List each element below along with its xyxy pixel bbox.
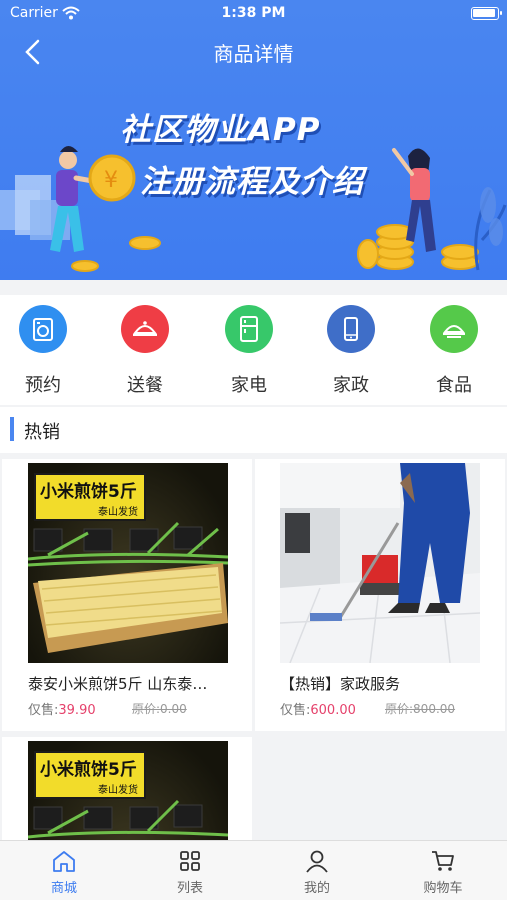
- banner-title-line2: 注册流程及介绍: [140, 164, 364, 200]
- product-image-housekeeping: [280, 463, 480, 663]
- tab-label: 我的: [303, 881, 330, 896]
- category-item-jiadian[interactable]: 家电: [214, 305, 284, 397]
- user-icon: [306, 850, 328, 873]
- dish-icon: [430, 305, 478, 353]
- food-cover-icon: [121, 305, 169, 353]
- category-label: 家政: [333, 375, 369, 396]
- grid-icon: [180, 851, 200, 871]
- product-original-price: 原价:0.00: [132, 702, 187, 716]
- category-item-shipin[interactable]: 食品: [419, 305, 489, 397]
- product-price-row: 仅售:600.00: [280, 703, 356, 718]
- product-card[interactable]: 小米煎饼5斤 泰山发货 泰安小米煎饼5斤 山东泰… 仅售:39.90 原价:0.…: [2, 459, 252, 731]
- cart-icon: [432, 851, 454, 871]
- section-title: 热销: [24, 422, 60, 443]
- tab-mine[interactable]: 我的: [277, 849, 357, 896]
- product-tag: 小米煎饼5斤 泰山发货: [34, 751, 146, 799]
- category-item-jiazheng[interactable]: 家政: [316, 305, 386, 397]
- tab-list[interactable]: 列表: [150, 849, 230, 896]
- tab-label: 商城: [50, 881, 77, 896]
- product-price: 600.00: [310, 703, 356, 718]
- product-price-row: 仅售:39.90: [28, 703, 96, 718]
- phone-icon: [327, 305, 375, 353]
- banner-title-line1: 社区物业APP: [120, 112, 321, 148]
- fridge-icon: [225, 305, 273, 353]
- tab-cart[interactable]: 购物车: [403, 849, 483, 896]
- tab-bar: 商城 列表 我的 购物车: [0, 840, 507, 900]
- product-name: 泰安小米煎饼5斤 山东泰…: [28, 675, 208, 693]
- category-label: 食品: [436, 375, 472, 396]
- product-image-pancake: 小米煎饼5斤 泰山发货: [28, 463, 228, 663]
- tab-home[interactable]: 商城: [24, 849, 104, 896]
- category-item-yuyue[interactable]: 预约: [8, 305, 78, 397]
- product-price: 39.90: [58, 703, 96, 718]
- product-card[interactable]: 小米煎饼5斤 泰山发货: [2, 737, 252, 840]
- coin-symbol: ¥: [104, 168, 118, 193]
- category-label: 送餐: [127, 375, 163, 396]
- product-name: 【热销】家政服务: [280, 675, 401, 693]
- section-accent-bar: [10, 417, 14, 441]
- category-label: 家电: [231, 375, 267, 396]
- product-card[interactable]: 【热销】家政服务 仅售:600.00 原价:800.00: [255, 459, 505, 731]
- washing-machine-icon: [19, 305, 67, 353]
- housekeeping-illustration: [280, 463, 480, 663]
- category-bar: 预约 送餐 家电 家政 食品: [0, 295, 507, 405]
- product-image-pancake: 小米煎饼5斤 泰山发货: [28, 741, 228, 840]
- category-label: 预约: [25, 375, 61, 396]
- section-hot-header: 热销: [0, 407, 507, 453]
- category-item-songcan[interactable]: 送餐: [110, 305, 180, 397]
- header-banner: Carrier 1:38 PM 商品详情 ¥ 社区物业APP 注册流程及介绍: [0, 0, 507, 280]
- product-original-price: 原价:800.00: [385, 702, 456, 716]
- product-tag: 小米煎饼5斤 泰山发货: [34, 473, 146, 521]
- tab-label: 列表: [176, 881, 203, 896]
- home-icon: [53, 851, 75, 872]
- tab-label: 购物车: [423, 881, 463, 896]
